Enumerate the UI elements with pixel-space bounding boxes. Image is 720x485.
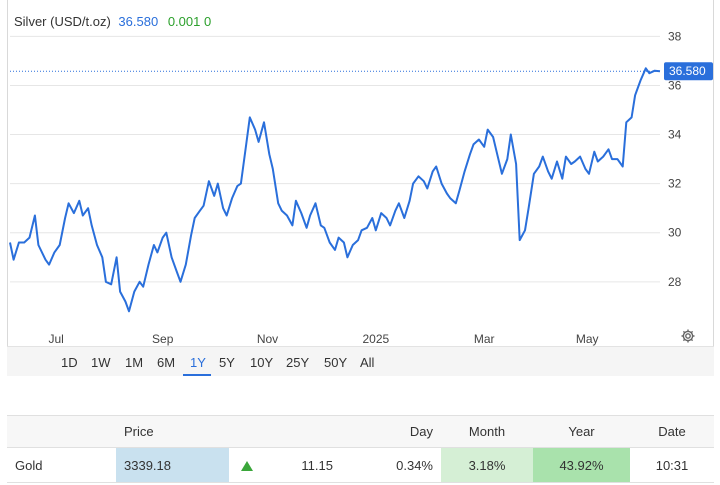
price-chart[interactable]: 28 30 32 34 36 38 Jul Sep Nov 2025 Mar May 36.580	[0, 0, 720, 346]
row-year-percent: 43.92%	[533, 447, 630, 483]
y-tick-label: 28	[668, 275, 682, 289]
range-1m-button[interactable]: 1M	[125, 355, 143, 370]
time-range-bar: 1D 1W 1M 6M 1Y 5Y 10Y 25Y 50Y All	[7, 346, 714, 376]
last-price-tag: 36.580	[664, 62, 713, 81]
header-change	[264, 415, 341, 448]
header-year: Year	[533, 415, 630, 448]
last-price-tag-text: 36.580	[669, 64, 706, 78]
header-day: Day	[341, 415, 441, 448]
row-change: 11.15	[264, 447, 341, 483]
y-tick-label: 30	[668, 226, 682, 240]
range-10y-button[interactable]: 10Y	[250, 355, 273, 370]
active-range-underline	[183, 374, 211, 376]
header-arrow	[229, 415, 264, 448]
quote-table: Price Day Month Year Date Gold 3339.18 1…	[7, 415, 714, 483]
y-tick-label: 34	[668, 128, 682, 142]
range-all-button[interactable]: All	[360, 355, 374, 370]
row-date: 10:31	[630, 447, 714, 483]
x-tick-label: Mar	[474, 332, 495, 346]
range-1d-button[interactable]: 1D	[61, 355, 78, 370]
x-tick-label: May	[576, 332, 599, 346]
chart-legend: Silver (USD/t.oz) 36.580 0.001 0	[14, 14, 211, 29]
x-tick-label: Jul	[49, 332, 64, 346]
header-price: Price	[116, 415, 229, 448]
series-line	[9, 67, 661, 313]
range-25y-button[interactable]: 25Y	[286, 355, 309, 370]
table-row[interactable]: Gold 3339.18 11.15 0.34% 3.18% 43.92% 10…	[7, 447, 714, 483]
range-50y-button[interactable]: 50Y	[324, 355, 347, 370]
range-5y-button[interactable]: 5Y	[219, 355, 235, 370]
x-tick-label: Nov	[257, 332, 278, 346]
header-date: Date	[630, 415, 714, 448]
row-day-percent: 0.34%	[341, 447, 441, 483]
range-6m-button[interactable]: 6M	[157, 355, 175, 370]
y-tick-label: 32	[668, 177, 682, 191]
legend-value: 36.580	[118, 14, 159, 29]
x-tick-label: 2025	[362, 332, 389, 346]
y-tick-label: 36	[668, 78, 682, 92]
up-triangle-icon	[240, 461, 253, 472]
quote-table-header: Price Day Month Year Date	[7, 415, 714, 448]
row-price: 3339.18	[116, 447, 229, 483]
row-month-percent: 3.18%	[441, 447, 533, 483]
x-tick-label: Sep	[152, 332, 174, 346]
legend-label: Silver (USD/t.oz)	[14, 14, 111, 29]
header-name	[7, 415, 116, 448]
range-1w-button[interactable]: 1W	[91, 355, 111, 370]
row-name-link[interactable]: Gold	[7, 447, 116, 483]
range-1y-button[interactable]: 1Y	[190, 355, 206, 370]
header-month: Month	[441, 415, 533, 448]
settings-gear-icon[interactable]	[680, 328, 696, 344]
legend-change: 0.001 0	[167, 14, 212, 29]
y-tick-label: 38	[668, 29, 682, 43]
